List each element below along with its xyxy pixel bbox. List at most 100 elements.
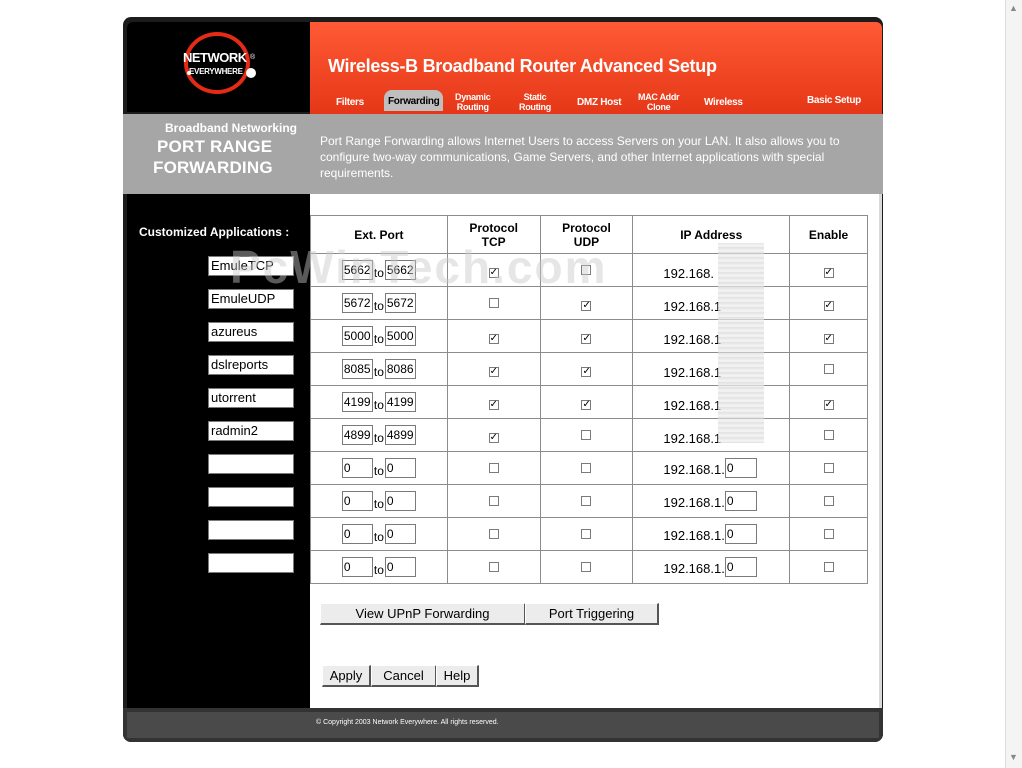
tcp-cell [446, 484, 541, 518]
ip-prefix: 192.168.1. [663, 561, 725, 577]
logo-circle-icon [246, 68, 256, 78]
application-name-input[interactable]: radmin2 [208, 421, 294, 441]
application-name-input[interactable] [208, 553, 294, 573]
tcp-checkbox[interactable] [488, 528, 499, 539]
udp-checkbox[interactable]: ✓ [581, 300, 592, 311]
ip-prefix: 192.168.1 [663, 397, 722, 413]
port-end-input[interactable]: 4899 [384, 425, 416, 445]
port-end-input[interactable]: 0 [384, 458, 416, 478]
enable-cell [789, 550, 868, 584]
page-title: Wireless-B Broadband Router Advanced Set… [328, 56, 717, 76]
help-button[interactable]: Help [436, 665, 479, 687]
view-upnp-forwarding-button[interactable]: View UPnP Forwarding [320, 603, 526, 625]
port-start-input[interactable]: 0 [341, 557, 373, 577]
enable-checkbox[interactable]: ✓ [823, 399, 834, 410]
ip-last-octet-input[interactable]: 0 [724, 491, 757, 511]
udp-checkbox[interactable] [581, 528, 592, 539]
ip-last-octet-input[interactable]: 0 [724, 524, 757, 544]
ip-last-octet-input[interactable]: 0 [724, 458, 757, 478]
port-start-input[interactable]: 5662 [341, 260, 373, 280]
table-row: 0 to 0 192.168.1. 0 [310, 517, 868, 551]
enable-checkbox[interactable] [823, 462, 834, 473]
tcp-checkbox[interactable]: ✓ [488, 333, 499, 344]
port-end-input[interactable]: 5000 [384, 326, 416, 346]
ip-address-cell: 192.168.1. 0 [632, 550, 791, 584]
port-end-input[interactable]: 5662 [384, 260, 416, 280]
tab-static-routing[interactable]: Static Routing [519, 92, 551, 112]
scroll-down-icon[interactable]: ▼ [1009, 752, 1018, 762]
tcp-checkbox[interactable] [488, 462, 499, 473]
application-name-input[interactable]: EmuleUDP [208, 289, 294, 309]
to-label: to [373, 266, 384, 280]
tab-dmz-host[interactable]: DMZ Host [577, 98, 622, 108]
enable-checkbox[interactable] [823, 528, 834, 539]
port-end-input[interactable]: 4199 [384, 392, 416, 412]
application-name-input[interactable]: utorrent [208, 388, 294, 408]
tcp-checkbox[interactable]: ✓ [488, 432, 499, 443]
port-start-input[interactable]: 0 [341, 458, 373, 478]
port-start-input[interactable]: 0 [341, 491, 373, 511]
application-name-input[interactable]: azureus [208, 322, 294, 342]
tab-dynamic-routing[interactable]: Dynamic Routing [455, 92, 491, 112]
tcp-checkbox[interactable] [488, 495, 499, 506]
enable-cell: ✓ [789, 286, 868, 320]
enable-checkbox[interactable]: ✓ [823, 300, 834, 311]
application-name-input[interactable] [208, 487, 294, 507]
tcp-checkbox[interactable]: ✓ [488, 366, 499, 377]
application-name-input[interactable]: dslreports [208, 355, 294, 375]
udp-checkbox[interactable] [581, 462, 592, 473]
port-start-input[interactable]: 4899 [341, 425, 373, 445]
port-start-input[interactable]: 4199 [341, 392, 373, 412]
enable-checkbox[interactable]: ✓ [823, 333, 834, 344]
header-tcp-line2: TCP [481, 234, 506, 249]
vertical-scrollbar[interactable]: ▲ ▼ [1005, 0, 1022, 768]
application-name-input[interactable]: EmuleTCP [208, 256, 294, 276]
port-end-input[interactable]: 8086 [384, 359, 416, 379]
tcp-checkbox[interactable] [488, 561, 499, 572]
apply-button[interactable]: Apply [322, 665, 371, 687]
tab-wireless[interactable]: Wireless [704, 98, 743, 108]
tab-label-line2: Routing [456, 102, 489, 112]
ext-port-cell: 0 to 0 [310, 451, 448, 485]
tab-mac-addr-clone[interactable]: MAC Addr Clone [638, 92, 680, 112]
udp-checkbox[interactable]: ✓ [581, 333, 592, 344]
port-end-input[interactable]: 0 [384, 491, 416, 511]
udp-checkbox[interactable]: ✓ [581, 366, 592, 377]
enable-checkbox[interactable] [823, 561, 834, 572]
port-end-input[interactable]: 5672 [384, 293, 416, 313]
udp-checkbox[interactable] [581, 495, 592, 506]
to-label: to [373, 431, 384, 445]
port-triggering-button[interactable]: Port Triggering [525, 603, 659, 625]
udp-checkbox[interactable] [581, 429, 592, 440]
port-end-input[interactable]: 0 [384, 524, 416, 544]
port-start-input[interactable]: 5672 [341, 293, 373, 313]
ip-last-octet-input[interactable]: 0 [724, 557, 757, 577]
tab-basic-setup[interactable]: Basic Setup [807, 96, 861, 106]
scroll-up-icon[interactable]: ▲ [1009, 3, 1018, 13]
tab-forwarding[interactable]: Forwarding [384, 90, 444, 111]
to-label: to [373, 464, 384, 478]
application-name-input[interactable] [208, 454, 294, 474]
udp-checkbox[interactable]: ✓ [581, 399, 592, 410]
port-end-input[interactable]: 0 [384, 557, 416, 577]
port-start-input[interactable]: 8085 [341, 359, 373, 379]
udp-checkbox[interactable] [581, 264, 592, 275]
to-label: to [373, 299, 384, 313]
ext-port-cell: 0 to 0 [310, 517, 448, 551]
tcp-checkbox[interactable] [488, 297, 499, 308]
udp-checkbox[interactable] [581, 561, 592, 572]
enable-checkbox[interactable] [823, 363, 834, 374]
port-start-input[interactable]: 0 [341, 524, 373, 544]
enable-checkbox[interactable] [823, 495, 834, 506]
ip-address-cell: 192.168.1 [632, 385, 791, 419]
footer-inner [127, 712, 879, 738]
application-name-input[interactable] [208, 520, 294, 540]
port-start-input[interactable]: 5000 [341, 326, 373, 346]
tab-filters[interactable]: Filters [336, 98, 364, 108]
enable-checkbox[interactable] [823, 429, 834, 440]
enable-checkbox[interactable]: ✓ [823, 267, 834, 278]
cancel-button[interactable]: Cancel [371, 665, 437, 687]
tcp-checkbox[interactable]: ✓ [488, 267, 499, 278]
tcp-checkbox[interactable]: ✓ [488, 399, 499, 410]
tcp-cell: ✓ [446, 352, 541, 386]
